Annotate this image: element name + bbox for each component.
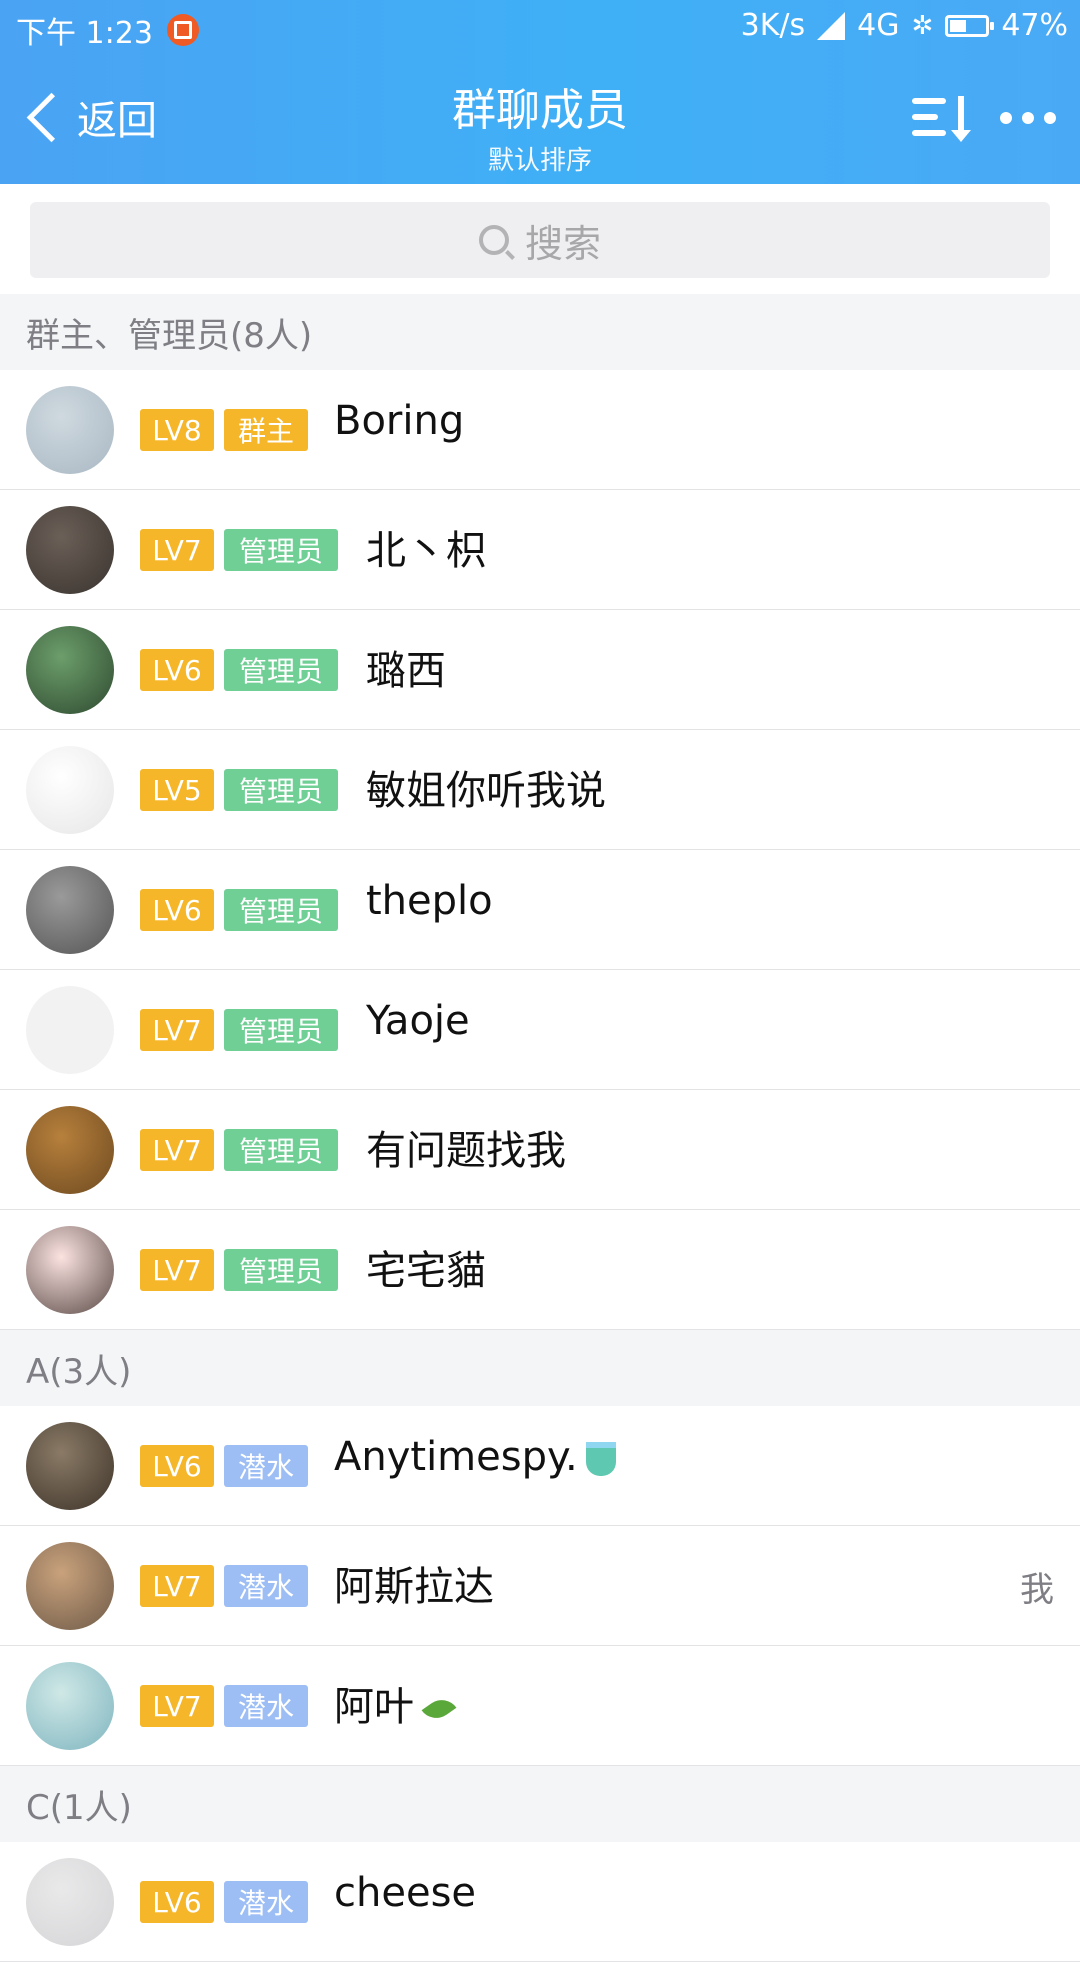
member-name: Yaoje — [366, 998, 470, 1044]
avatar[interactable] — [26, 1226, 114, 1314]
avatar[interactable] — [26, 1422, 114, 1510]
member-name-group: Yaoje — [366, 998, 470, 1044]
member-name-group: 阿斯拉达 — [334, 1554, 494, 1612]
role-badge: 潜水 — [224, 1685, 308, 1727]
role-badge: 管理员 — [224, 1249, 338, 1291]
signal-icon — [817, 11, 846, 40]
member-name: 阿斯拉达 — [334, 1564, 494, 1610]
avatar[interactable] — [26, 746, 114, 834]
level-badge: LV6 — [140, 889, 214, 931]
search-icon — [478, 225, 509, 255]
avatar[interactable] — [26, 866, 114, 954]
member-row[interactable]: LV7 管理员 北丶枳 — [0, 490, 1080, 610]
member-name: 敏姐你听我说 — [366, 768, 606, 814]
member-name-group: 阿叶 — [334, 1674, 457, 1732]
battery-icon — [945, 14, 995, 37]
network-type: 4G — [857, 8, 900, 43]
member-name-group: theplo — [366, 878, 493, 924]
member-name-group: Boring — [334, 398, 464, 444]
member-name-group: Anytimespy. — [334, 1434, 616, 1480]
teacup-icon — [585, 1442, 616, 1476]
member-name-group: 宅宅貓 — [366, 1238, 486, 1296]
loading-icon: ✲ — [911, 10, 934, 41]
member-name-group: 北丶枳 — [366, 518, 486, 576]
section-header: C(1人) — [0, 1766, 1080, 1842]
avatar[interactable] — [26, 506, 114, 594]
search-placeholder: 搜索 — [524, 221, 601, 266]
level-badge: LV5 — [140, 769, 214, 811]
status-time: 下午 1:23 — [16, 16, 153, 51]
sort-mode-label[interactable]: 默认排序 — [0, 140, 1080, 177]
member-row[interactable]: LV7 管理员 宅宅貓 — [0, 1210, 1080, 1330]
level-badge: LV7 — [140, 1685, 214, 1727]
member-row[interactable]: LV8 群主 Boring — [0, 370, 1080, 490]
role-badge: 管理员 — [224, 1129, 338, 1171]
status-bar: 下午 1:23 3K/s 4G ✲ 47% — [0, 0, 1080, 56]
avatar[interactable] — [26, 386, 114, 474]
member-row[interactable]: LV6 管理员 theplo — [0, 850, 1080, 970]
nav-bar: 返回 群聊成员 默认排序 — [0, 56, 1080, 184]
member-name: Boring — [334, 398, 465, 444]
member-row[interactable]: LV6 潜水 Anytimespy. — [0, 1406, 1080, 1526]
member-row[interactable]: LV7 潜水 阿斯拉达 我 — [0, 1526, 1080, 1646]
search-input[interactable]: 搜索 — [30, 202, 1050, 278]
avatar[interactable] — [26, 626, 114, 714]
member-name-group: 璐西 — [366, 638, 446, 696]
member-name: 有问题找我 — [366, 1128, 566, 1174]
level-badge: LV8 — [140, 409, 214, 451]
member-row[interactable]: LV6 管理员 璐西 — [0, 610, 1080, 730]
avatar[interactable] — [26, 1858, 114, 1946]
avatar[interactable] — [26, 1542, 114, 1630]
role-badge: 潜水 — [224, 1881, 308, 1923]
member-name: 北丶枳 — [366, 528, 486, 574]
avatar[interactable] — [26, 1662, 114, 1750]
role-badge: 管理员 — [224, 769, 338, 811]
level-badge: LV6 — [140, 1445, 214, 1487]
level-badge: LV7 — [140, 1129, 214, 1171]
level-badge: LV7 — [140, 1249, 214, 1291]
title-bar: 下午 1:23 3K/s 4G ✲ 47% 返回 群聊成员 默认排序 — [0, 0, 1080, 184]
search-area: 搜索 — [0, 184, 1080, 294]
level-badge: LV7 — [140, 529, 214, 571]
section-header: A(3人) — [0, 1330, 1080, 1406]
section-header: 群主、管理员(8人) — [0, 294, 1080, 370]
member-name-group: 有问题找我 — [366, 1118, 566, 1176]
level-badge: LV6 — [140, 1881, 214, 1923]
more-icon[interactable] — [1000, 112, 1056, 124]
member-row[interactable]: LV5 管理员 敏姐你听我说 — [0, 730, 1080, 850]
role-badge: 潜水 — [224, 1445, 308, 1487]
network-speed: 3K/s — [740, 8, 806, 43]
role-badge: 管理员 — [224, 1009, 338, 1051]
member-row[interactable]: LV7 潜水 阿叶 — [0, 1646, 1080, 1766]
notification-icon — [166, 14, 199, 46]
role-badge: 管理员 — [224, 889, 338, 931]
member-name: 阿叶 — [334, 1684, 414, 1730]
member-name: Anytimespy. — [334, 1434, 578, 1480]
leaf-icon — [421, 1693, 457, 1725]
member-name: theplo — [366, 878, 493, 924]
member-name: cheese — [334, 1870, 477, 1916]
member-name: 宅宅貓 — [366, 1248, 486, 1294]
role-badge: 管理员 — [224, 529, 338, 571]
avatar[interactable] — [26, 986, 114, 1074]
member-name-group: cheese — [334, 1870, 476, 1916]
level-badge: LV6 — [140, 649, 214, 691]
role-badge: 潜水 — [224, 1565, 308, 1607]
member-row[interactable]: LV7 管理员 Yaoje — [0, 970, 1080, 1090]
member-name-group: 敏姐你听我说 — [366, 758, 606, 816]
member-name: 璐西 — [366, 648, 446, 694]
battery-percent: 47% — [1001, 8, 1068, 43]
level-badge: LV7 — [140, 1565, 214, 1607]
self-tag: 我 — [1020, 1570, 1054, 1610]
level-badge: LV7 — [140, 1009, 214, 1051]
member-row[interactable]: LV7 管理员 有问题找我 — [0, 1090, 1080, 1210]
role-badge: 管理员 — [224, 649, 338, 691]
avatar[interactable] — [26, 1106, 114, 1194]
role-badge: 群主 — [224, 409, 308, 451]
sort-icon[interactable] — [912, 94, 971, 144]
member-row[interactable]: LV6 潜水 cheese — [0, 1842, 1080, 1962]
